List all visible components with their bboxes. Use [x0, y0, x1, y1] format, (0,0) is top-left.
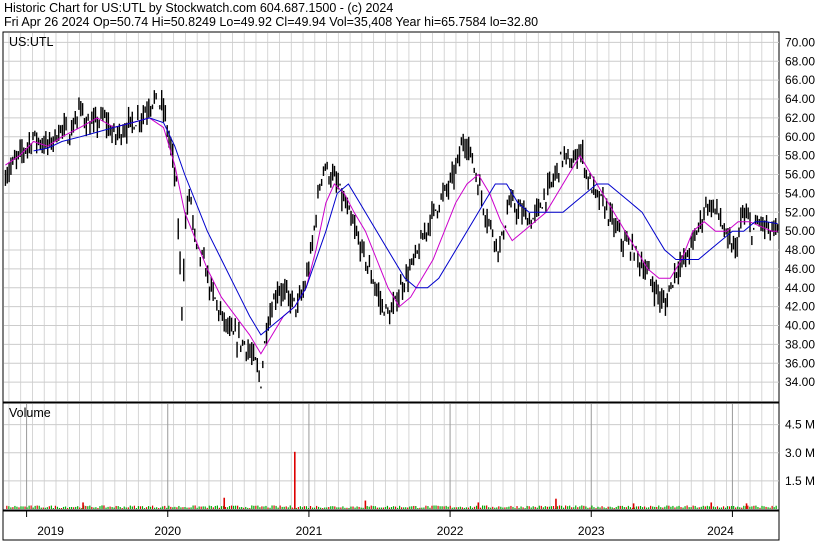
price-panel-title: US:UTL [9, 35, 54, 49]
price-tick-label-11: 56.00 [785, 168, 815, 182]
vol-tick-label-0: 1.5 M [785, 474, 815, 488]
stock-chart: 34.00 36.00 38.00 40.00 42.00 44.00 46.00 48.00… [2, 31, 815, 541]
price-grid [4, 33, 779, 401]
vol-tick-label-1: 3.0 M [785, 446, 815, 460]
price-tick-label-7: 48.00 [785, 243, 815, 257]
volume-panel-title: Volume [9, 406, 51, 420]
price-tick-label-13: 60.00 [785, 130, 815, 144]
price-tick-label-9: 52.00 [785, 205, 815, 219]
price-tick-label-6: 46.00 [785, 262, 815, 276]
price-tick-label-17: 68.00 [785, 54, 815, 68]
volume-y-axis: 1.5 M 3.0 M 4.5 M [785, 418, 815, 488]
price-tick-label-1: 36.00 [785, 356, 815, 370]
year-label-0: 2019 [37, 524, 64, 538]
price-tick-label-4: 42.00 [785, 300, 815, 314]
year-axis-frame [2, 510, 780, 541]
price-tick-label-14: 62.00 [785, 111, 815, 125]
price-panel-frame [2, 31, 780, 403]
moving-average-short [5, 117, 778, 355]
price-y-axis: 34.00 36.00 38.00 40.00 42.00 44.00 46.00 48.00… [785, 35, 815, 389]
year-label-4: 2023 [578, 524, 605, 538]
volume-grid [4, 404, 779, 509]
price-tick-label-3: 40.00 [785, 319, 815, 333]
price-tick-label-10: 54.00 [785, 186, 815, 200]
price-series-layer [4, 90, 779, 389]
price-tick-label-5: 44.00 [785, 281, 815, 295]
volume-panel-frame [2, 402, 780, 511]
year-label-2: 2021 [296, 524, 323, 538]
year-label-3: 2022 [437, 524, 464, 538]
price-tick-label-15: 64.00 [785, 92, 815, 106]
vol-tick-label-2: 4.5 M [785, 418, 815, 432]
price-tick-label-16: 66.00 [785, 73, 815, 87]
price-tick-label-8: 50.00 [785, 224, 815, 238]
year-axis: 2019 2020 2021 2022 2023 2024 [26, 511, 734, 538]
price-tick-label-18: 70.00 [785, 35, 815, 49]
price-tick-label-0: 34.00 [785, 375, 815, 389]
price-tick-label-12: 58.00 [785, 149, 815, 163]
year-label-1: 2020 [154, 524, 181, 538]
year-label-5: 2024 [707, 524, 734, 538]
price-tick-label-2: 38.00 [785, 337, 815, 351]
